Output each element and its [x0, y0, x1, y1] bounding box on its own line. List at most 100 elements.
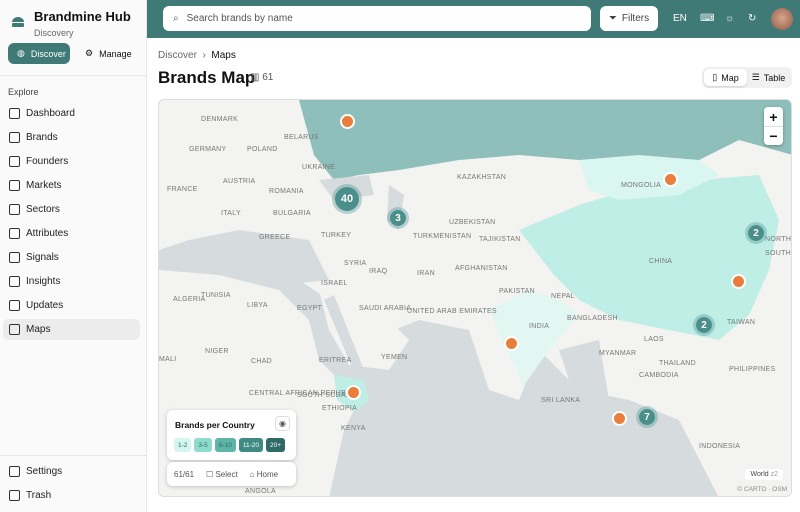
grid-icon — [9, 108, 20, 119]
country-label: GERMANY — [189, 146, 227, 153]
brand-count: ▥ 61 — [250, 72, 273, 83]
gear-icon — [9, 466, 20, 477]
app-title: Brandmine Hub — [34, 9, 131, 24]
country-label: IRAQ — [369, 268, 388, 275]
country-label: NORTH KOREA — [765, 236, 792, 243]
sidebar-item-trash[interactable]: Trash — [3, 485, 140, 506]
zoom-level: z2 — [770, 471, 778, 478]
sidebar-item-maps[interactable]: Maps — [3, 319, 140, 340]
page-title: Brands Map — [158, 68, 256, 87]
newspaper-icon — [9, 300, 20, 311]
discover-button[interactable]: ◍ Discover — [8, 43, 70, 64]
building-icon: ▥ — [250, 72, 260, 83]
section-label: Explore — [8, 87, 39, 97]
legend-panel: Brands per Country ◉ 1-2 3-5 6-10 11-20 20+ — [167, 410, 296, 460]
country-label: ALGERIA — [173, 296, 206, 303]
sidebar-item-brands[interactable]: Brands — [3, 127, 140, 148]
country-label: CAMBODIA — [639, 372, 679, 379]
sidebar-item-updates[interactable]: Updates — [3, 295, 140, 316]
country-label: KAZAKHSTAN — [457, 174, 507, 181]
brand-marker[interactable] — [663, 172, 678, 187]
cluster-marker[interactable]: 2 — [745, 222, 767, 244]
divider — [0, 75, 146, 76]
country-label: ITALY — [221, 210, 241, 217]
sidebar-item-label: Founders — [26, 156, 69, 167]
sidebar-item-signals[interactable]: Signals — [3, 247, 140, 268]
legend-bin[interactable]: 3-5 — [194, 438, 212, 452]
sidebar-item-dashboard[interactable]: Dashboard — [3, 103, 140, 124]
keyboard-icon[interactable]: ⌨ — [700, 13, 714, 24]
brand-marker[interactable] — [612, 411, 627, 426]
breadcrumb-discover[interactable]: Discover — [158, 50, 197, 61]
map-view-button[interactable]: ▯ Map — [704, 69, 747, 86]
legend-bin[interactable]: 11-20 — [238, 438, 263, 452]
sidebar-item-label: Trash — [26, 490, 52, 501]
cluster-marker[interactable]: 3 — [387, 207, 409, 229]
country-label: ETHIOPIA — [322, 405, 358, 412]
sidebar-item-label: Updates — [26, 300, 64, 311]
country-label: AUSTRIA — [223, 178, 256, 185]
country-label: SOUTH KOREA — [765, 250, 791, 257]
sidebar-item-markets[interactable]: Markets — [3, 175, 140, 196]
home-button[interactable]: ⌂ Home — [250, 470, 278, 479]
brand-marker[interactable] — [340, 114, 355, 129]
zoom-out-button[interactable]: − — [764, 126, 783, 145]
brand-marker[interactable] — [504, 336, 519, 351]
country-label: NEPAL — [551, 293, 575, 300]
globe-icon: ◍ — [17, 48, 25, 58]
language-button[interactable]: EN — [673, 13, 687, 24]
country-label: TAJIKISTAN — [479, 236, 521, 243]
table-view-label: Table — [763, 72, 786, 83]
country-label: CHINA — [649, 258, 673, 265]
filters-button[interactable]: ⏷ Filters — [600, 6, 658, 31]
brand-marker[interactable] — [731, 274, 746, 289]
select-checkbox[interactable]: ☐ Select — [206, 470, 238, 479]
world-zoom-badge: World z2 — [745, 469, 783, 480]
country-label: MYANMAR — [599, 350, 637, 357]
legend-bin[interactable]: 6-10 — [214, 438, 236, 452]
country-label: SOUTH SUDAN — [297, 392, 352, 399]
sidebar-item-sectors[interactable]: Sectors — [3, 199, 140, 220]
country-label: UZBEKISTAN — [449, 219, 496, 226]
country-label: MONGOLIA — [621, 182, 662, 189]
map-canvas[interactable]: DENMARK BELARUS POLAND UKRAINE GERMANY FRANCE… — [158, 99, 792, 497]
refresh-icon[interactable]: ↻ — [748, 13, 756, 24]
country-label: SRI LANKA — [541, 397, 581, 404]
cluster-marker[interactable]: 40 — [332, 184, 362, 214]
legend-bin[interactable]: 1-2 — [174, 438, 192, 452]
sidebar-item-attributes[interactable]: Attributes — [3, 223, 140, 244]
manage-button[interactable]: ⚙ Manage — [76, 43, 141, 64]
building-icon — [9, 132, 20, 143]
sidebar-item-settings[interactable]: Settings — [3, 461, 140, 482]
view-toggle: ▯ Map ☰ Table — [702, 67, 792, 88]
sidebar-item-founders[interactable]: Founders — [3, 151, 140, 172]
table-view-button[interactable]: ☰ Table — [747, 69, 790, 86]
select-label: Select — [215, 469, 238, 479]
legend-footer: 61/61 ☐ Select ⌂ Home — [167, 462, 296, 486]
sidebar-item-label: Insights — [26, 276, 61, 287]
country-label: TURKMENISTAN — [413, 233, 472, 240]
brand-marker[interactable] — [346, 385, 361, 400]
list-icon: ☰ — [751, 72, 760, 82]
cluster-marker[interactable]: 7 — [636, 406, 658, 428]
zoom-controls: + − — [764, 107, 783, 145]
world-label: World — [750, 471, 769, 478]
country-label: CHAD — [251, 358, 273, 365]
zoom-in-button[interactable]: + — [764, 107, 783, 126]
avatar[interactable] — [771, 8, 793, 30]
breadcrumb: Discover › Maps — [158, 50, 236, 61]
country-label: AFGHANISTAN — [455, 265, 508, 272]
trend-icon — [9, 252, 20, 263]
country-label: GREECE — [259, 234, 291, 241]
cluster-marker[interactable]: 2 — [693, 314, 715, 336]
theme-sun-icon[interactable]: ☼ — [725, 13, 734, 24]
sidebar-item-label: Dashboard — [26, 108, 75, 119]
sidebar-item-insights[interactable]: Insights — [3, 271, 140, 292]
legend-bin[interactable]: 20+ — [265, 438, 286, 452]
sidebar-item-label: Markets — [26, 180, 62, 191]
country-label: MALI — [159, 356, 177, 363]
country-label: ANGOLA — [245, 488, 276, 495]
eye-icon[interactable]: ◉ — [275, 416, 290, 431]
country-label: INDIA — [529, 323, 550, 330]
search-input[interactable]: ⌕ Search brands by name — [163, 6, 591, 31]
